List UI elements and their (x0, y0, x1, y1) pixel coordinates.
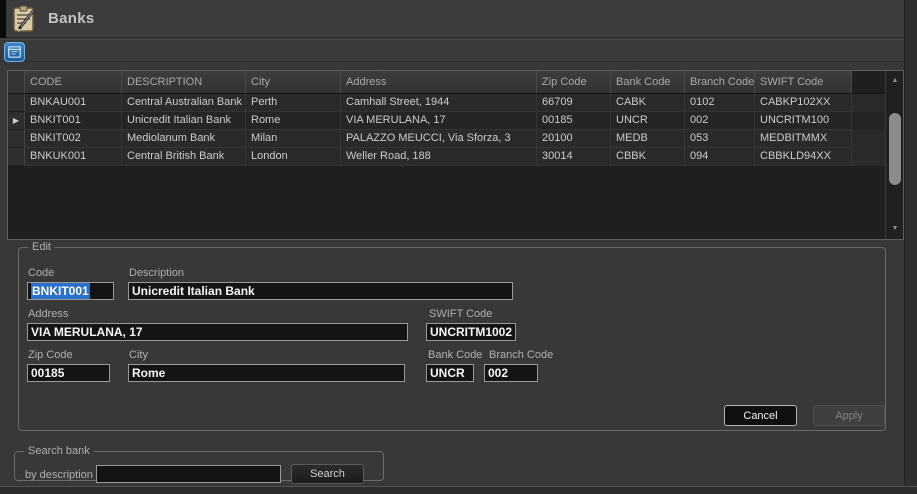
description-field[interactable] (128, 282, 513, 300)
table-row[interactable]: ▶ BNKIT001 Unicredit Italian Bank Rome V… (8, 112, 885, 130)
address-field[interactable] (27, 323, 408, 341)
cell-bank-code[interactable]: MEDB (611, 130, 685, 148)
grid-header-row: CODE DESCRIPTION City Address Zip Code B… (8, 71, 885, 94)
cell-code[interactable]: BNKIT001 (25, 112, 122, 130)
cell-city[interactable]: Milan (246, 130, 341, 148)
cell-branch-code[interactable]: 053 (685, 130, 755, 148)
row-selector[interactable] (8, 94, 25, 112)
cell-zip[interactable]: 00185 (537, 112, 611, 130)
grid-header-description[interactable]: DESCRIPTION (122, 71, 246, 93)
grid-header-bank-code[interactable]: Bank Code (611, 71, 685, 93)
edit-group-legend: Edit (28, 241, 55, 253)
cell-swift[interactable]: UNCRITM100 (755, 112, 852, 130)
branch-code-label: Branch Code (489, 349, 553, 361)
cell-swift[interactable]: CBBKLD94XX (755, 148, 852, 166)
cell-description[interactable]: Central British Bank (122, 148, 246, 166)
vertical-scrollbar[interactable]: ▲ ▼ (885, 71, 903, 239)
cell-city[interactable]: London (246, 148, 341, 166)
edit-group: Edit Code Description BNKIT001 Address S… (18, 241, 886, 431)
cell-code[interactable]: BNKUK001 (25, 148, 122, 166)
branch-code-field[interactable] (484, 364, 538, 382)
cancel-button[interactable]: Cancel (724, 405, 797, 426)
bank-code-label: Bank Code (428, 349, 482, 361)
code-field-selected-text: BNKIT001 (31, 283, 90, 299)
table-row[interactable]: BNKUK001 Central British Bank London Wel… (8, 148, 885, 166)
grid-header-spacer (852, 71, 885, 93)
cell-bank-code[interactable]: CBBK (611, 148, 685, 166)
grid-header-code[interactable]: CODE (25, 71, 122, 93)
table-row[interactable]: BNKIT002 Mediolanum Bank Milan PALAZZO M… (8, 130, 885, 148)
row-selector[interactable]: ▶ (8, 112, 25, 130)
search-input[interactable] (96, 465, 281, 483)
search-button[interactable]: Search (291, 464, 364, 484)
cell-description[interactable]: Unicredit Italian Bank (122, 112, 246, 130)
swift-field[interactable] (426, 323, 516, 341)
swift-label: SWIFT Code (429, 308, 492, 320)
grid-header-zip[interactable]: Zip Code (537, 71, 611, 93)
cell-description[interactable]: Central Australian Bank (122, 94, 246, 112)
grid-body: BNKAU001 Central Australian Bank Perth C… (8, 94, 885, 166)
grid-header-address[interactable]: Address (341, 71, 537, 93)
apply-button[interactable]: Apply (813, 405, 885, 426)
cell-swift[interactable]: CABKP102XX (755, 94, 852, 112)
address-label: Address (28, 308, 68, 320)
cell-bank-code[interactable]: CABK (611, 94, 685, 112)
grid-header-city[interactable]: City (246, 71, 341, 93)
cell-branch-code[interactable]: 0102 (685, 94, 755, 112)
cell-zip[interactable]: 20100 (537, 130, 611, 148)
zip-label: Zip Code (28, 349, 73, 361)
description-label: Description (129, 267, 184, 279)
grid-empty-area (8, 166, 885, 239)
city-label: City (129, 349, 148, 361)
cell-zip[interactable]: 66709 (537, 94, 611, 112)
cell-zip[interactable]: 30014 (537, 148, 611, 166)
cell-description[interactable]: Mediolanum Bank (122, 130, 246, 148)
banks-grid: CODE DESCRIPTION City Address Zip Code B… (7, 70, 904, 240)
cell-code[interactable]: BNKAU001 (25, 94, 122, 112)
bank-code-field[interactable] (426, 364, 474, 382)
clipboard-pencil-icon (10, 5, 38, 33)
city-field[interactable] (128, 364, 405, 382)
scrollbar-thumb[interactable] (889, 113, 901, 185)
scroll-down-icon[interactable]: ▼ (886, 221, 904, 235)
cell-address[interactable]: Weller Road, 188 (341, 148, 537, 166)
grid-header-selector (8, 71, 25, 93)
window-bottom-edge (0, 486, 917, 494)
row-selector[interactable] (8, 148, 25, 166)
title-bar: Banks (0, 0, 917, 38)
window-right-edge (904, 0, 917, 494)
grid-header-swift[interactable]: SWIFT Code (755, 71, 852, 93)
cell-bank-code[interactable]: UNCR (611, 112, 685, 130)
code-label: Code (28, 267, 54, 279)
form-window-icon[interactable] (4, 42, 25, 62)
cell-address[interactable]: VIA MERULANA, 17 (341, 112, 537, 130)
page-title: Banks (48, 10, 95, 27)
code-field[interactable]: BNKIT001 (27, 282, 114, 300)
zip-field[interactable] (27, 364, 110, 382)
cell-swift[interactable]: MEDBITMMX (755, 130, 852, 148)
toolbar (0, 39, 917, 62)
cell-city[interactable]: Perth (246, 94, 341, 112)
search-bank-legend: Search bank (24, 445, 94, 457)
cell-address[interactable]: PALAZZO MEUCCI, Via Sforza, 3 (341, 130, 537, 148)
table-row[interactable]: BNKAU001 Central Australian Bank Perth C… (8, 94, 885, 112)
scroll-up-icon[interactable]: ▲ (886, 73, 904, 87)
window-edge (0, 0, 6, 38)
grid-header-branch-code[interactable]: Branch Code (685, 71, 755, 93)
cell-branch-code[interactable]: 094 (685, 148, 755, 166)
by-description-label: by description (25, 469, 93, 481)
cell-code[interactable]: BNKIT002 (25, 130, 122, 148)
cell-branch-code[interactable]: 002 (685, 112, 755, 130)
search-bank-group: Search bank by description Search (14, 445, 384, 481)
cell-city[interactable]: Rome (246, 112, 341, 130)
cell-address[interactable]: Camhall Street, 1944 (341, 94, 537, 112)
row-selector[interactable] (8, 130, 25, 148)
